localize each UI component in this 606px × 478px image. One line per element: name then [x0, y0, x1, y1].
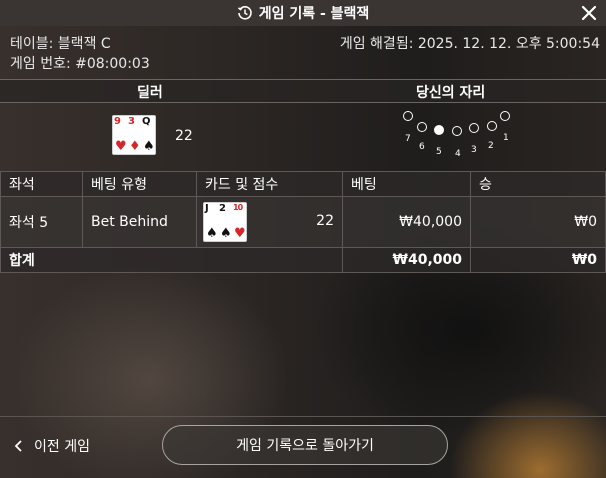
- card-suit-icon: ♠: [220, 226, 232, 241]
- card-rank: 3: [128, 116, 135, 127]
- playing-card: 3 ♦: [127, 116, 141, 154]
- row-win: ₩0: [470, 196, 606, 248]
- card-suit-icon: ♦: [129, 139, 141, 154]
- page-title: 게임 기록 - 블랙잭: [258, 6, 370, 22]
- seat-4-label: 4: [455, 149, 461, 159]
- seat-1-label: 1: [503, 133, 509, 143]
- card-suit-icon: ♥: [115, 139, 127, 154]
- card-rank: 9: [114, 116, 121, 127]
- col-bet: 베팅: [342, 171, 471, 197]
- seat-4-marker: [452, 126, 462, 136]
- dealer-header: 딜러: [137, 85, 163, 101]
- seat-2-marker: [487, 121, 497, 131]
- close-icon[interactable]: [580, 4, 598, 22]
- total-bet: ₩40,000: [342, 247, 471, 273]
- row-score: 22: [316, 213, 334, 229]
- playing-card: J ♠: [204, 203, 218, 241]
- row-bet: ₩40,000: [342, 196, 471, 248]
- playing-card: Q ♠: [141, 116, 155, 154]
- row-seat: 좌석 5: [0, 196, 83, 248]
- row-cards-cell: J ♠ 2 ♠ 10 ♥ 22: [196, 196, 343, 248]
- game-number: 게임 번호: #08:00:03: [10, 56, 150, 72]
- history-icon: [237, 6, 252, 20]
- col-cards-score: 카드 및 점수: [196, 171, 343, 197]
- col-win: 승: [470, 171, 606, 197]
- table-header-row: 좌석 베팅 유형 카드 및 점수 베팅 승: [0, 171, 606, 197]
- footer-divider: [0, 416, 606, 417]
- previous-game-button[interactable]: 이전 게임: [14, 436, 90, 456]
- section-header: 딜러 당신의 자리: [0, 79, 606, 103]
- seat-3-marker: [469, 123, 479, 133]
- back-to-history-button[interactable]: 게임 기록으로 돌아가기: [162, 425, 448, 465]
- seat-1-marker: [500, 111, 510, 121]
- seat-5-marker: [434, 125, 444, 135]
- card-suit-icon: ♥: [234, 226, 246, 241]
- playing-card: 2 ♠: [218, 203, 232, 241]
- card-rank: 10: [233, 203, 243, 212]
- table-row: 좌석 5 Bet Behind J ♠ 2 ♠ 10 ♥ 22 ₩40,000 ₩0: [0, 196, 606, 248]
- playing-card: 9 ♥: [113, 116, 127, 154]
- total-label: 합계: [0, 247, 343, 273]
- row-bet-type: Bet Behind: [82, 196, 197, 248]
- back-to-history-label: 게임 기록으로 돌아가기: [236, 438, 374, 454]
- total-win: ₩0: [470, 247, 606, 273]
- table-name: 테이블: 블랙잭 C: [10, 36, 111, 52]
- seat-6-label: 6: [419, 142, 425, 152]
- results-table: 좌석 베팅 유형 카드 및 점수 베팅 승 좌석 5 Bet Behind J ♠…: [0, 171, 606, 273]
- resolved-time: 게임 해결됨: 2025. 12. 12. 오후 5:00:54: [339, 36, 600, 52]
- history-panel: 게임 기록 - 블랙잭 테이블: 블랙잭 C 게임 번호: #08:00:03 …: [0, 0, 606, 478]
- seat-header: 당신의 자리: [416, 85, 486, 101]
- title-bar: 게임 기록 - 블랙잭: [0, 0, 606, 26]
- seat-5-label: 5: [436, 147, 442, 157]
- col-seat: 좌석: [0, 171, 83, 197]
- dealer-score: 22: [175, 128, 193, 144]
- total-row: 합계 ₩40,000 ₩0: [0, 247, 606, 273]
- previous-game-label: 이전 게임: [34, 439, 90, 455]
- seat-7-label: 7: [405, 134, 411, 144]
- col-bet-type: 베팅 유형: [82, 171, 197, 197]
- seat-6-marker: [417, 122, 427, 132]
- card-rank: J: [205, 203, 209, 214]
- card-rank: Q: [142, 116, 150, 127]
- playing-card: 10 ♥: [232, 203, 246, 241]
- seat-3-label: 3: [471, 145, 477, 155]
- seat-2-label: 2: [488, 141, 494, 151]
- card-rank: 2: [219, 203, 226, 214]
- seat-7-marker: [403, 111, 413, 121]
- card-suit-icon: ♠: [206, 226, 218, 241]
- chevron-left-icon: [14, 440, 22, 452]
- card-suit-icon: ♠: [143, 139, 155, 154]
